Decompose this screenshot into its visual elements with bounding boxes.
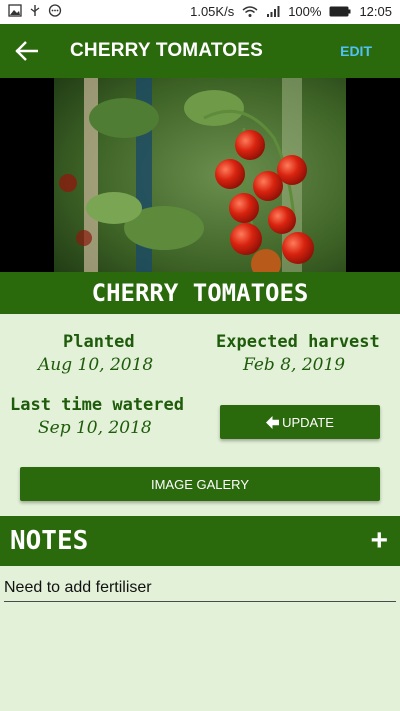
clock: 12:05 (359, 4, 392, 19)
battery-icon (329, 6, 351, 17)
wifi-icon (242, 6, 258, 17)
page-title: CHERRY TOMATOES (70, 40, 264, 61)
notes-title: NOTES (10, 526, 89, 556)
update-button-label: UPDATE (282, 414, 334, 430)
plant-name: CHERRY TOMATOES (91, 279, 309, 307)
usb-icon (30, 5, 40, 16)
watered-label: Last time watered (10, 395, 184, 415)
plus-icon[interactable]: + (370, 524, 388, 558)
watered-date: Sep 10, 2018 (38, 418, 152, 438)
notes-header: NOTES + (0, 516, 400, 566)
planted-date: Aug 10, 2018 (38, 355, 154, 375)
network-speed: 1.05K/s (190, 4, 235, 19)
app-bar: CHERRY TOMATOES EDIT (0, 24, 400, 78)
chat-icon (48, 4, 62, 17)
harvest-date: Feb 8, 2019 (243, 355, 346, 375)
status-right: 1.05K/s 100% 12:05 (190, 4, 392, 19)
battery-percent: 100% (288, 4, 322, 19)
status-bar: 1.05K/s 100% 12:05 (0, 0, 400, 24)
image-gallery-button[interactable]: IMAGE GALERY (20, 467, 380, 501)
back-arrow-icon[interactable] (14, 40, 40, 62)
arrow-left-icon (266, 415, 280, 429)
harvest-label: Expected harvest (216, 332, 380, 352)
plant-name-banner: CHERRY TOMATOES (0, 272, 400, 314)
update-button[interactable]: UPDATE (220, 405, 380, 439)
signal-icon (267, 6, 280, 17)
edit-button[interactable]: EDIT (340, 43, 372, 59)
note-item[interactable]: Need to add fertiliser (4, 579, 396, 602)
planted-label: Planted (63, 332, 135, 352)
image-icon (8, 4, 22, 17)
photo-frame (0, 78, 400, 272)
status-left (8, 4, 62, 17)
image-gallery-label: IMAGE GALERY (150, 476, 249, 492)
plant-photo[interactable] (54, 78, 346, 272)
